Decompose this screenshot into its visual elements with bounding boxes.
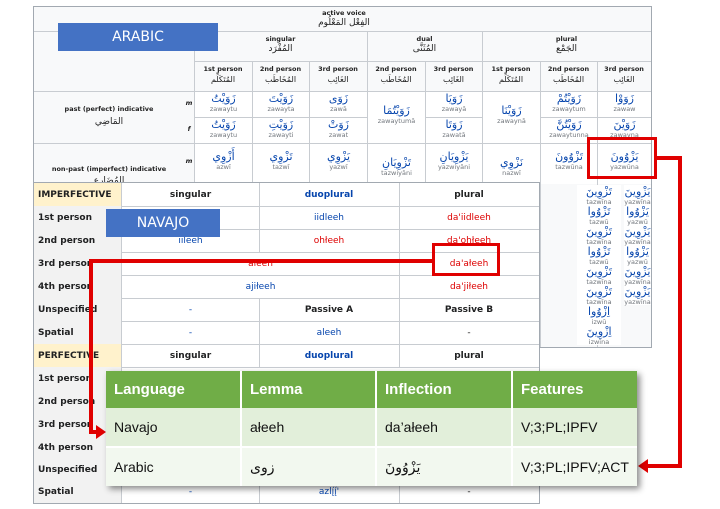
header-lemma: Lemma (241, 371, 377, 408)
navajo-arrow-head (96, 425, 106, 439)
arabic-arrow (648, 156, 682, 468)
cell-inflection: يَزْوُونَ (376, 446, 513, 486)
cell-features: V;3;PL;IPFV;ACT (512, 446, 637, 486)
header-language: Language (106, 371, 242, 408)
header-row: Language Lemma Inflection Features (106, 371, 637, 408)
header-inflection: Inflection (376, 371, 513, 408)
cell-language: Navajo (106, 408, 242, 447)
arabic-arrow-head (638, 459, 648, 473)
summary-table: Language Lemma Inflection Features Navaj… (106, 371, 637, 486)
cell-features: V;3;PL;IPFV (512, 408, 637, 447)
table-row: Arabic زوى يَزْوُونَ V;3;PL;IPFV;ACT (106, 446, 637, 486)
cell-lemma: زوى (241, 446, 377, 486)
cell-inflection: da’ałeeh (376, 408, 513, 447)
table-row: Navajo ałeeh da’ałeeh V;3;PL;IPFV (106, 408, 637, 447)
cell-lemma: ałeeh (241, 408, 377, 447)
header-features: Features (512, 371, 637, 408)
cell-language: Arabic (106, 446, 242, 486)
